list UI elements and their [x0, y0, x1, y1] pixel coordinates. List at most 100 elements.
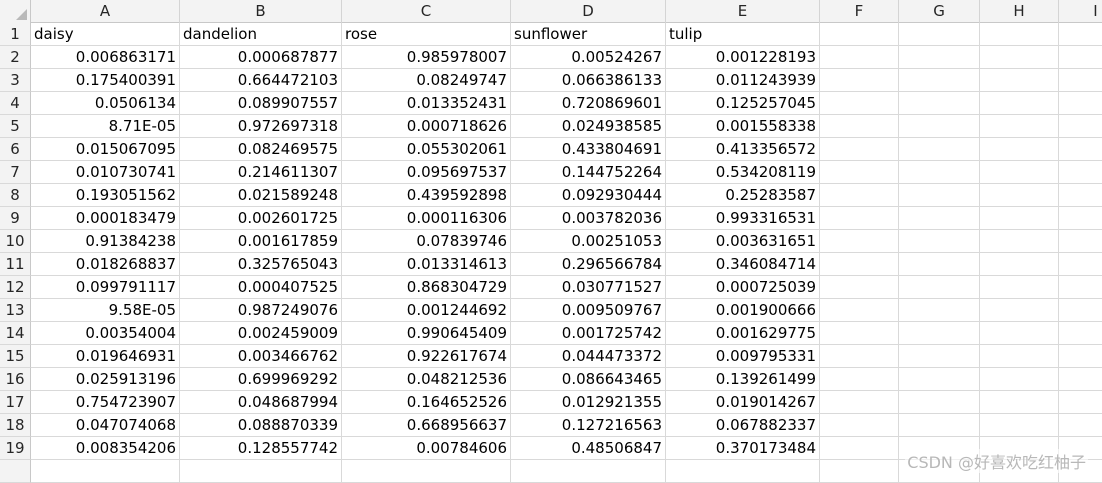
- row-header[interactable]: 16: [0, 368, 31, 391]
- cell[interactable]: 0.044473372: [511, 345, 666, 368]
- cell[interactable]: [1059, 115, 1102, 138]
- cell[interactable]: 0.139261499: [666, 368, 820, 391]
- cell[interactable]: [980, 161, 1059, 184]
- cell[interactable]: [1059, 322, 1102, 345]
- cell[interactable]: 0.987249076: [180, 299, 342, 322]
- cell[interactable]: sunflower: [511, 23, 666, 46]
- cell[interactable]: [31, 460, 180, 483]
- cell[interactable]: 0.000687877: [180, 46, 342, 69]
- cell[interactable]: [1059, 138, 1102, 161]
- cell[interactable]: [899, 92, 980, 115]
- cell[interactable]: 0.346084714: [666, 253, 820, 276]
- cell[interactable]: [1059, 69, 1102, 92]
- cell[interactable]: 0.164652526: [342, 391, 511, 414]
- cell[interactable]: [820, 299, 899, 322]
- cell[interactable]: 0.993316531: [666, 207, 820, 230]
- cell[interactable]: 0.088870339: [180, 414, 342, 437]
- cell[interactable]: [899, 253, 980, 276]
- cell[interactable]: [980, 322, 1059, 345]
- cell[interactable]: 0.08249747: [342, 69, 511, 92]
- row-header[interactable]: 2: [0, 46, 31, 69]
- column-header-d[interactable]: D: [511, 0, 666, 23]
- row-header[interactable]: 19: [0, 437, 31, 460]
- cell[interactable]: [820, 69, 899, 92]
- cell[interactable]: [899, 115, 980, 138]
- cell[interactable]: 0.082469575: [180, 138, 342, 161]
- cell[interactable]: 0.754723907: [31, 391, 180, 414]
- cell[interactable]: [1059, 391, 1102, 414]
- cell[interactable]: [820, 92, 899, 115]
- cell[interactable]: [820, 23, 899, 46]
- cell[interactable]: 0.047074068: [31, 414, 180, 437]
- cell[interactable]: 0.048687994: [180, 391, 342, 414]
- cell[interactable]: [980, 92, 1059, 115]
- cell[interactable]: [980, 69, 1059, 92]
- cell[interactable]: 0.91384238: [31, 230, 180, 253]
- cell[interactable]: [820, 368, 899, 391]
- cell[interactable]: 0.48506847: [511, 437, 666, 460]
- row-header[interactable]: 6: [0, 138, 31, 161]
- cell[interactable]: [899, 299, 980, 322]
- cell[interactable]: [1059, 299, 1102, 322]
- cell[interactable]: 0.0506134: [31, 92, 180, 115]
- cell[interactable]: [666, 460, 820, 483]
- cell[interactable]: 0.000183479: [31, 207, 180, 230]
- cell[interactable]: 0.214611307: [180, 161, 342, 184]
- column-header-b[interactable]: B: [180, 0, 342, 23]
- row-header[interactable]: 11: [0, 253, 31, 276]
- cell[interactable]: 0.000407525: [180, 276, 342, 299]
- cell[interactable]: tulip: [666, 23, 820, 46]
- cell[interactable]: 0.193051562: [31, 184, 180, 207]
- cell[interactable]: [1059, 276, 1102, 299]
- cell[interactable]: [1059, 92, 1102, 115]
- cell[interactable]: [980, 23, 1059, 46]
- row-header[interactable]: 5: [0, 115, 31, 138]
- cell[interactable]: 0.000718626: [342, 115, 511, 138]
- cell[interactable]: 0.296566784: [511, 253, 666, 276]
- cell[interactable]: [1059, 368, 1102, 391]
- cell[interactable]: 0.003631651: [666, 230, 820, 253]
- cell[interactable]: [980, 276, 1059, 299]
- cell[interactable]: 0.990645409: [342, 322, 511, 345]
- cell[interactable]: [1059, 253, 1102, 276]
- cell[interactable]: [1059, 46, 1102, 69]
- cell[interactable]: 0.922617674: [342, 345, 511, 368]
- cell[interactable]: 0.067882337: [666, 414, 820, 437]
- cell[interactable]: 0.001900666: [666, 299, 820, 322]
- cell[interactable]: 0.175400391: [31, 69, 180, 92]
- cell[interactable]: [899, 368, 980, 391]
- column-header-c[interactable]: C: [342, 0, 511, 23]
- cell[interactable]: 0.00354004: [31, 322, 180, 345]
- row-header[interactable]: 9: [0, 207, 31, 230]
- cell[interactable]: 0.00524267: [511, 46, 666, 69]
- cell[interactable]: [342, 460, 511, 483]
- cell[interactable]: [1059, 230, 1102, 253]
- cell[interactable]: [180, 460, 342, 483]
- cell[interactable]: 0.099791117: [31, 276, 180, 299]
- cell[interactable]: 0.066386133: [511, 69, 666, 92]
- cell[interactable]: daisy: [31, 23, 180, 46]
- row-header[interactable]: 17: [0, 391, 31, 414]
- cell[interactable]: [820, 207, 899, 230]
- cell[interactable]: 0.001617859: [180, 230, 342, 253]
- cell[interactable]: [1059, 414, 1102, 437]
- cell[interactable]: [820, 437, 899, 460]
- row-header[interactable]: 1: [0, 23, 31, 46]
- cell[interactable]: [820, 460, 899, 483]
- cell[interactable]: 0.000725039: [666, 276, 820, 299]
- cell[interactable]: 0.024938585: [511, 115, 666, 138]
- cell[interactable]: 0.25283587: [666, 184, 820, 207]
- cell[interactable]: 0.021589248: [180, 184, 342, 207]
- cell[interactable]: [820, 161, 899, 184]
- cell[interactable]: 0.092930444: [511, 184, 666, 207]
- cell[interactable]: 0.001629775: [666, 322, 820, 345]
- row-header[interactable]: 8: [0, 184, 31, 207]
- cell[interactable]: 0.868304729: [342, 276, 511, 299]
- cell[interactable]: [899, 184, 980, 207]
- cell[interactable]: [980, 253, 1059, 276]
- row-header[interactable]: 4: [0, 92, 31, 115]
- cell[interactable]: 0.055302061: [342, 138, 511, 161]
- cell[interactable]: [820, 414, 899, 437]
- cell[interactable]: [899, 161, 980, 184]
- cell[interactable]: 0.001558338: [666, 115, 820, 138]
